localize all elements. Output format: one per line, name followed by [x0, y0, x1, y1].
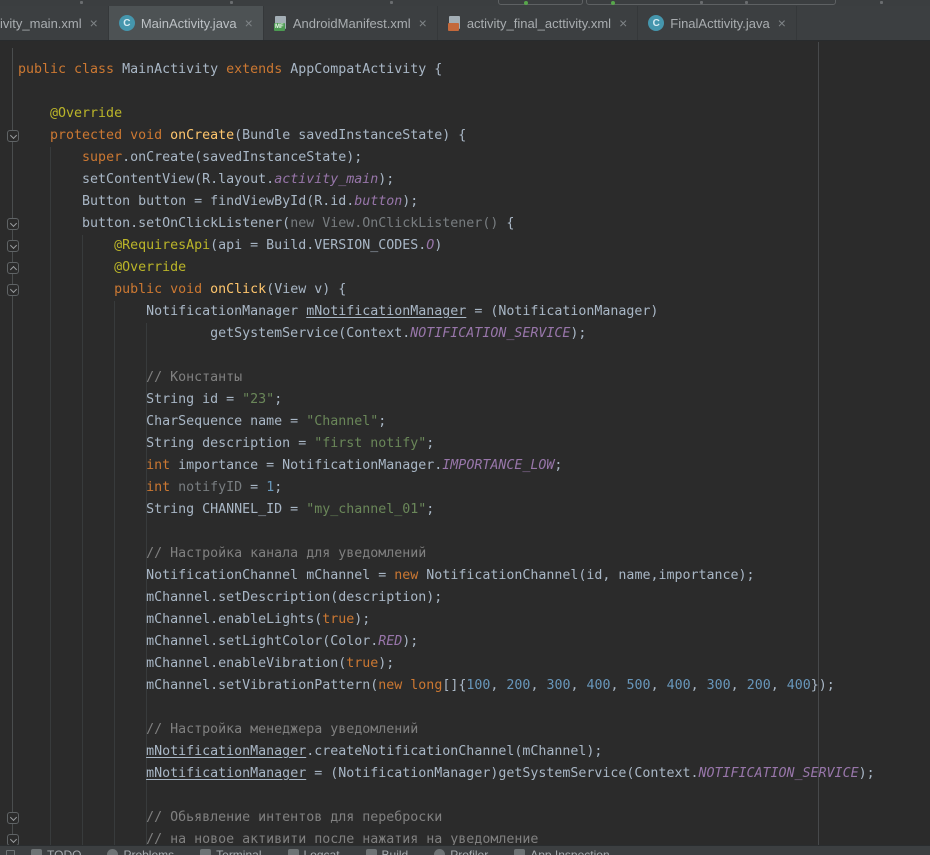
code-text: public class MainActivity extends AppCom…: [18, 59, 875, 845]
code-line: public class MainActivity extends AppCom…: [18, 59, 875, 81]
run-status-dot-icon: [611, 1, 615, 5]
tool-window-button-label: Profiler: [450, 848, 488, 855]
code-line: CharSequence name = "Channel";: [18, 411, 875, 433]
tab-label: MainActivity.java: [141, 16, 237, 31]
tool-window-button-app-inspection[interactable]: App Inspection: [514, 848, 609, 855]
logcat-icon: [288, 849, 299, 855]
code-line: mChannel.setLightColor(Color.RED);: [18, 631, 875, 653]
tab-activity_final_acttivity.xml[interactable]: activity_final_acttivity.xml ×: [438, 6, 638, 40]
java-class-icon: C: [648, 15, 664, 31]
code-line: setContentView(R.layout.activity_main);: [18, 169, 875, 191]
code-line: [18, 785, 875, 807]
code-line: mChannel.enableVibration(true);: [18, 653, 875, 675]
todo-icon: [31, 849, 42, 855]
code-line: mChannel.enableLights(true);: [18, 609, 875, 631]
manifest-file-icon: MF: [274, 16, 287, 31]
tab-label: AndroidManifest.xml: [293, 16, 411, 31]
tool-window-button-problems[interactable]: Problems: [107, 848, 174, 855]
code-line: public void onClick(View v) {: [18, 279, 875, 301]
tab-label: ivity_main.xml: [0, 16, 82, 31]
bottom-bar-items: TODO Problems Terminal Logcat Build Profiler A…: [0, 846, 930, 855]
code-editor[interactable]: public class MainActivity extends AppCom…: [0, 42, 930, 845]
code-line: [18, 345, 875, 367]
tool-window-button-label: Build: [382, 848, 409, 855]
profiler-icon: [434, 849, 445, 855]
toolbar-tick: [745, 1, 748, 4]
code-line: NotificationChannel mChannel = new Notif…: [18, 565, 875, 587]
code-line: mChannel.setDescription(description);: [18, 587, 875, 609]
code-line: mNotificationManager.createNotificationC…: [18, 741, 875, 763]
code-line: @Override: [18, 103, 875, 125]
code-line: // на новое активити после нажатия на ув…: [18, 829, 875, 845]
code-line: mChannel.setVibrationPattern(new long[]{…: [18, 675, 875, 697]
tab-close-icon[interactable]: ×: [619, 16, 627, 30]
tab-label: activity_final_acttivity.xml: [467, 16, 611, 31]
tool-window-button-profiler[interactable]: Profiler: [434, 848, 488, 855]
code-line: @Override: [18, 257, 875, 279]
tab-FinalActtivity.java[interactable]: C FinalActtivity.java ×: [638, 6, 797, 40]
code-line: // Обьявление интентов для переброски: [18, 807, 875, 829]
code-line: button.setOnClickListener(new View.OnCli…: [18, 213, 875, 235]
code-line: mNotificationManager = (NotificationMana…: [18, 763, 875, 785]
tab-label: FinalActtivity.java: [670, 16, 769, 31]
code-line: String CHANNEL_ID = "my_channel_01";: [18, 499, 875, 521]
code-line: super.onCreate(savedInstanceState);: [18, 147, 875, 169]
code-line: // Настройка канала для уведомлений: [18, 543, 875, 565]
code-line: NotificationManager mNotificationManager…: [18, 301, 875, 323]
toolbar-tick: [230, 1, 233, 4]
toolbar-tick: [80, 1, 83, 4]
tool-window-button-terminal[interactable]: Terminal: [200, 848, 261, 855]
code-line: String id = "23";: [18, 389, 875, 411]
build-icon: [366, 849, 377, 855]
tool-window-button-logcat[interactable]: Logcat: [288, 848, 340, 855]
fold-region-line: [12, 48, 13, 845]
code-line: [18, 521, 875, 543]
toolbar-tick: [390, 1, 393, 4]
editor-tab-bar: ivity_main.xml × C MainActivity.java × MF Andr…: [0, 6, 930, 41]
tab-close-icon[interactable]: ×: [90, 16, 98, 30]
tool-window-button-build[interactable]: Build: [366, 848, 409, 855]
code-line: [18, 697, 875, 719]
tab-close-icon[interactable]: ×: [245, 16, 253, 30]
tab-close-icon[interactable]: ×: [778, 16, 786, 30]
tab-MainActivity.java[interactable]: C MainActivity.java ×: [109, 6, 264, 40]
code-line: [18, 81, 875, 103]
tool-window-stripe-icon[interactable]: [6, 850, 15, 855]
code-line: // Константы: [18, 367, 875, 389]
code-line: protected void onCreate(Bundle savedInst…: [18, 125, 875, 147]
tool-window-button-label: Terminal: [216, 848, 261, 855]
run-status-dot-icon: [524, 1, 528, 5]
tool-window-button-label: TODO: [47, 848, 81, 855]
app-inspection-icon: [514, 849, 525, 855]
run-device-widget[interactable]: [498, 0, 583, 5]
xml-file-icon: [448, 16, 461, 31]
tab-close-icon[interactable]: ×: [419, 16, 427, 30]
code-line: // Настройка менеджера уведомлений: [18, 719, 875, 741]
code-line: getSystemService(Context.NOTIFICATION_SE…: [18, 323, 875, 345]
tab-ivity_main.xml[interactable]: ivity_main.xml ×: [0, 6, 109, 40]
tab-AndroidManifest.xml[interactable]: MF AndroidManifest.xml ×: [264, 6, 438, 40]
code-line: int notifyID = 1;: [18, 477, 875, 499]
problems-icon: [107, 849, 118, 855]
terminal-icon: [200, 849, 211, 855]
tool-window-button-label: App Inspection: [530, 848, 609, 855]
tool-window-button-todo[interactable]: TODO: [31, 848, 81, 855]
toolbar-tick: [880, 1, 883, 4]
code-line: String description = "first notify";: [18, 433, 875, 455]
code-line: @RequiresApi(api = Build.VERSION_CODES.O…: [18, 235, 875, 257]
bottom-tool-window-bar: TODO Problems Terminal Logcat Build Profiler A…: [0, 845, 930, 855]
tool-window-button-label: Logcat: [304, 848, 340, 855]
toolbar-tick: [700, 1, 703, 4]
tool-window-button-label: Problems: [123, 848, 174, 855]
java-class-icon: C: [119, 15, 135, 31]
code-line: int importance = NotificationManager.IMP…: [18, 455, 875, 477]
run-configuration-widget[interactable]: [586, 0, 836, 5]
code-line: Button button = findViewById(R.id.button…: [18, 191, 875, 213]
